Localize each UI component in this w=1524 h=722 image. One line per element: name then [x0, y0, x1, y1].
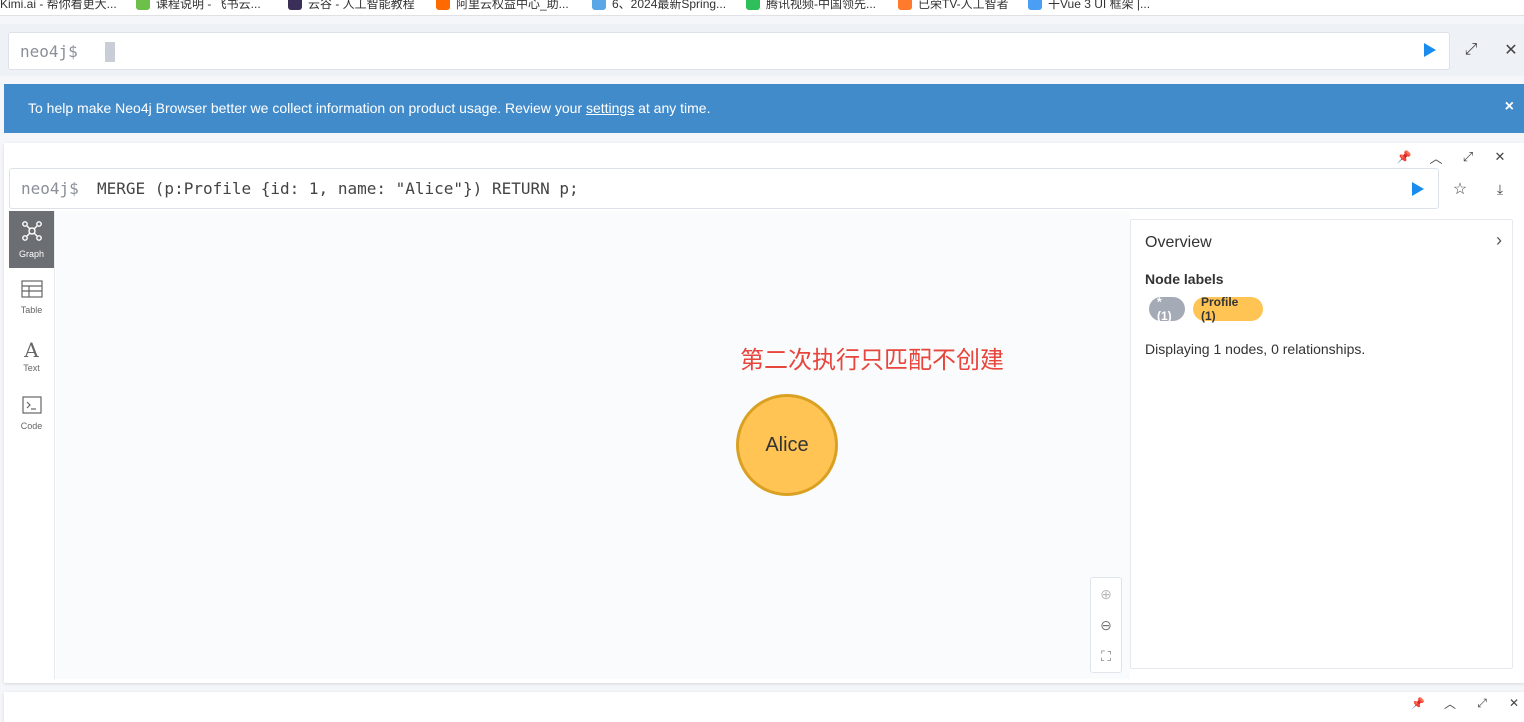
frame-prompt: neo4j$ [21, 179, 79, 198]
bookmark-spring[interactable]: 6、2024最新Spring... [592, 0, 726, 13]
overview-panel: Overview › Node labels * (1) Profile (1)… [1130, 219, 1513, 669]
fit-view-icon[interactable]: ⛶ [1091, 641, 1121, 671]
expand-icon[interactable]: ⤢ [1458, 147, 1478, 167]
bookmark-tencent[interactable]: 腾讯视频-中国领先... [746, 0, 876, 13]
zoom-out-icon[interactable]: ⊖ [1091, 610, 1121, 640]
bookmark-aliyun[interactable]: 阿里云权益中心_助... [436, 0, 569, 13]
text-icon: A [24, 337, 39, 362]
bookmark-kimi[interactable]: Kimi.ai - 帮你看更大... [0, 0, 117, 13]
overview-status: Displaying 1 nodes, 0 relationships. [1145, 341, 1366, 357]
editor-cursor [105, 42, 115, 62]
graph-node[interactable]: Alice [736, 394, 838, 496]
chevron-right-icon[interactable]: › [1496, 230, 1502, 251]
bookmark-icon [436, 0, 450, 10]
bookmarks-bar: Kimi.ai - 帮你看更大... 课程说明 - 飞书云... 云谷 - 人工… [0, 0, 1524, 16]
cypher-editor[interactable]: neo4j$ [8, 32, 1450, 70]
fullscreen-icon[interactable]: ⤢ [1460, 40, 1482, 60]
zoom-controls: ⊕ ⊖ ⛶ [1090, 577, 1122, 673]
graph-icon [21, 220, 43, 247]
run-query-button[interactable] [1424, 43, 1436, 57]
bookmark-icon [898, 0, 912, 10]
bookmark-icon [1028, 0, 1042, 10]
code-icon [21, 396, 42, 419]
frame-actions: 📌 ︿ ⤢ ✕ [1394, 147, 1524, 167]
bookmark-yungu[interactable]: 云谷 - 人工智能教程 [288, 0, 415, 13]
table-icon [20, 280, 43, 303]
bookmark-icon [288, 0, 302, 10]
tab-table[interactable]: Table [9, 269, 54, 326]
tab-code[interactable]: Code [9, 385, 54, 442]
query-text: MERGE (p:Profile {id: 1, name: "Alice"})… [97, 179, 579, 198]
label-pill-all[interactable]: * (1) [1149, 295, 1185, 323]
chevron-up-icon[interactable]: ︿ [1426, 147, 1446, 167]
bookmark-vue[interactable]: 干Vue 3 UI 框架 |... [1028, 0, 1150, 13]
settings-link[interactable]: settings [586, 100, 634, 116]
download-icon[interactable]: ⤓ [1490, 179, 1510, 199]
close-frame-icon[interactable]: ✕ [1490, 147, 1510, 167]
label-pill-profile[interactable]: Profile (1) [1193, 295, 1263, 323]
frame-query-editor[interactable]: neo4j$ MERGE (p:Profile {id: 1, name: "A… [9, 168, 1439, 209]
banner-text: To help make Neo4j Browser better we col… [28, 100, 711, 116]
bookmark-icon [136, 0, 150, 10]
close-icon[interactable]: ✕ [1500, 40, 1522, 60]
bookmark-tv[interactable]: 已荣TV-人工智者 [898, 0, 1009, 13]
bookmark-icon [746, 0, 760, 10]
node-caption: Alice [765, 433, 809, 456]
view-sidebar: Graph Table A Text Code [9, 211, 55, 679]
rerun-query-button[interactable] [1412, 182, 1424, 196]
zoom-in-icon[interactable]: ⊕ [1091, 579, 1121, 609]
bookmark-icon [592, 0, 606, 10]
pin-icon[interactable]: 📌 [1394, 147, 1414, 167]
usage-banner: To help make Neo4j Browser better we col… [4, 84, 1524, 133]
star-icon[interactable]: ☆ [1450, 179, 1470, 199]
top-editor-bar: neo4j$ ⤢ ✕ [0, 24, 1524, 76]
graph-canvas[interactable]: 第二次执行只匹配不创建 Alice ⊕ ⊖ ⛶ [56, 211, 1130, 679]
result-frame: 📌 ︿ ⤢ ✕ neo4j$ MERGE (p:Profile {id: 1, … [4, 143, 1524, 683]
banner-close-button[interactable]: × [1505, 98, 1514, 116]
editor-prompt: neo4j$ [20, 42, 78, 61]
tab-graph[interactable]: Graph [9, 211, 54, 268]
annotation-text: 第二次执行只匹配不创建 [740, 347, 1004, 374]
node-labels-heading: Node labels [1145, 271, 1224, 287]
next-result-frame: 📌 ︿ ⤢ ✕ [4, 692, 1524, 722]
overview-title: Overview [1145, 234, 1212, 251]
tab-text[interactable]: A Text [9, 327, 54, 384]
bookmark-feishu[interactable]: 课程说明 - 飞书云... [136, 0, 261, 13]
